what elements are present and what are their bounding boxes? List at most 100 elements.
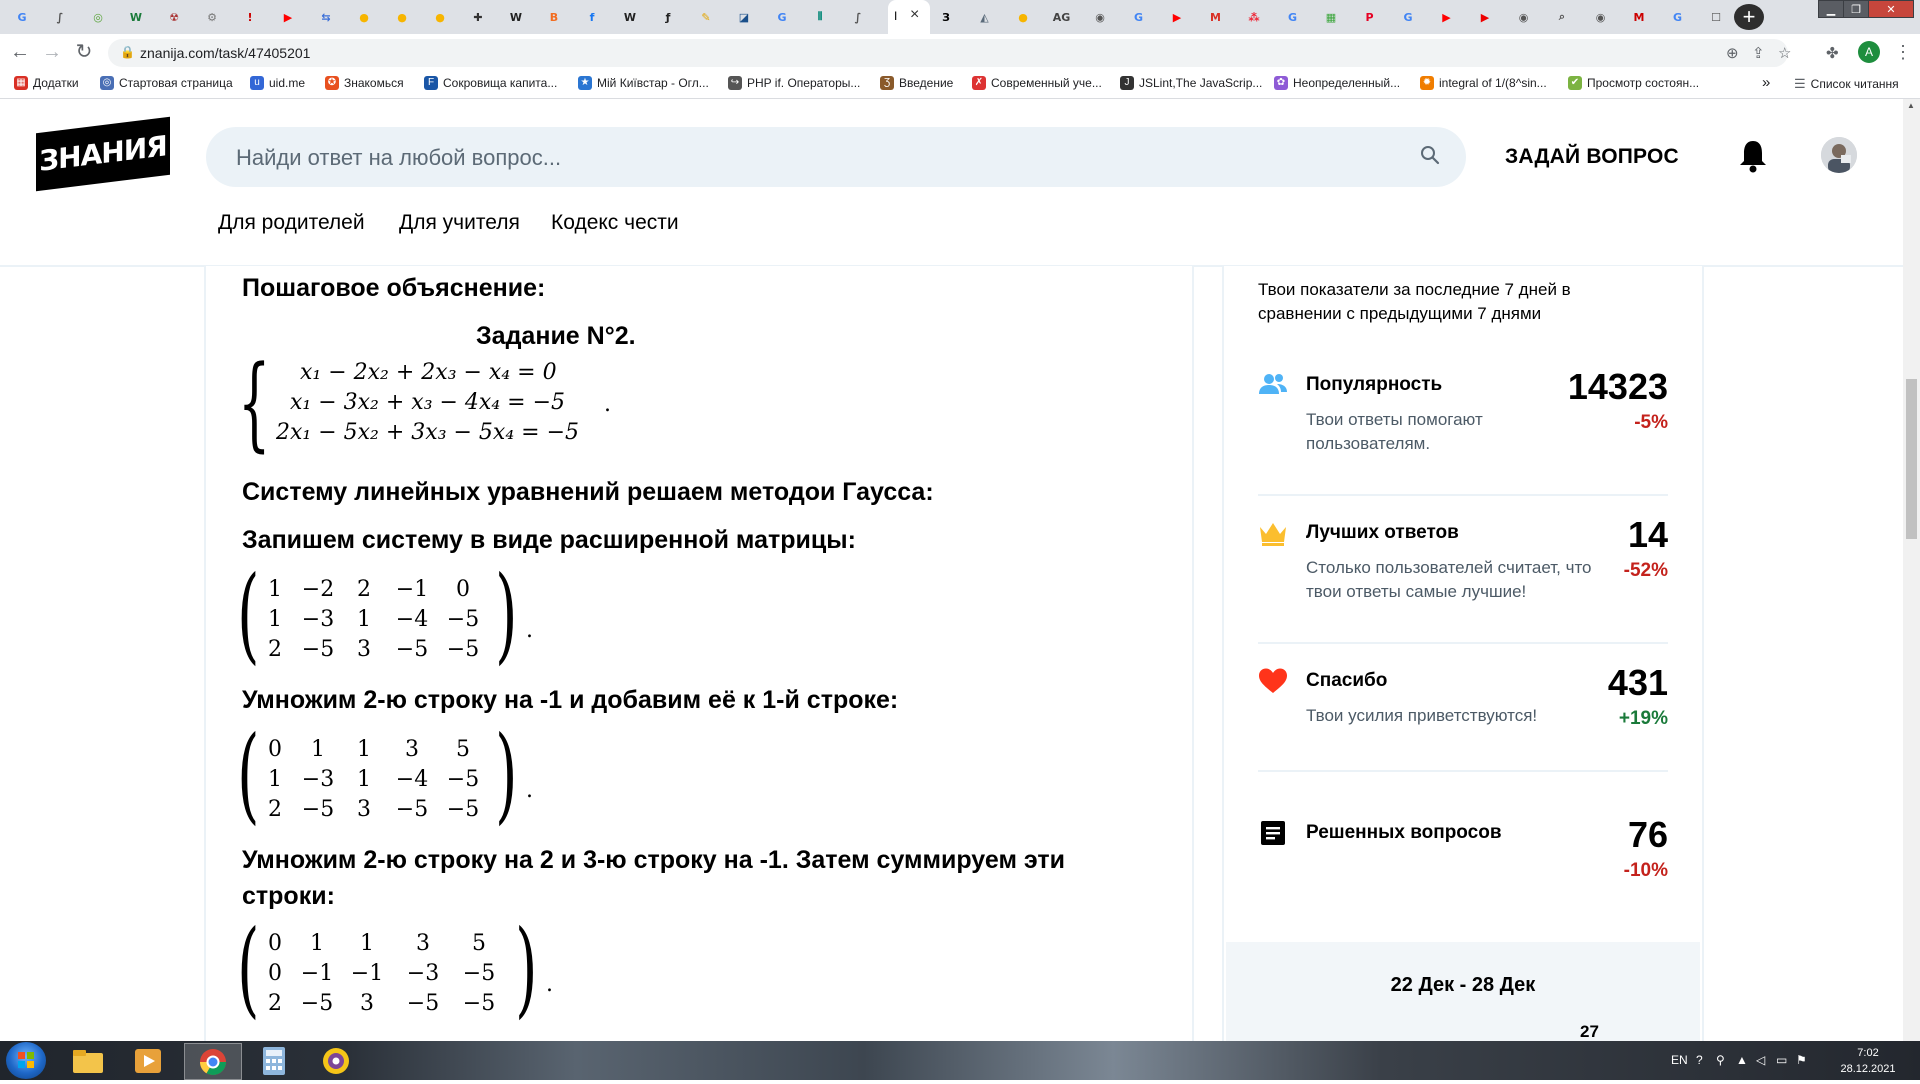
back-icon[interactable]: ← (8, 41, 32, 65)
nav-parents-link[interactable]: Для родителей (218, 211, 365, 235)
browser-tab[interactable]: ⇆ (310, 4, 342, 30)
page-scrollbar[interactable]: ▲ (1903, 99, 1920, 1041)
bookmark-item[interactable]: Ʒ Введение (880, 76, 953, 90)
browser-tab[interactable]: ▦ (1315, 4, 1347, 30)
menu-icon[interactable]: ⋮ (1894, 42, 1912, 63)
browser-tab[interactable]: ✎ (690, 4, 722, 30)
browser-tab[interactable]: G (766, 4, 798, 30)
browser-tab[interactable]: W (614, 4, 646, 30)
reading-list-button[interactable]: ☰ Список читання (1794, 76, 1899, 92)
bookmark-item[interactable]: ✿ Неопределенный... (1274, 76, 1400, 90)
browser-tab[interactable]: ◎ (82, 4, 114, 30)
media-player-taskbar-icon[interactable] (120, 1043, 176, 1078)
active-tab[interactable]: I × (888, 0, 930, 34)
browser-tab[interactable]: ▶ (272, 4, 304, 30)
browser-tab[interactable]: ƒ (652, 4, 684, 30)
scrollbar-thumb[interactable] (1906, 379, 1917, 539)
browser-tab[interactable]: ◉ (1585, 4, 1617, 30)
browser-tab[interactable]: M (1623, 4, 1655, 30)
bookmark-item[interactable]: F Сокровища капита... (424, 76, 557, 90)
browser-tab[interactable]: ▶ (1431, 4, 1463, 30)
tab-close-icon[interactable]: × (910, 6, 919, 24)
chrome-taskbar-icon[interactable] (184, 1043, 242, 1080)
browser-tab[interactable]: ☢ (158, 4, 190, 30)
ask-question-button[interactable]: ЗАДАЙ ВОПРОС (1505, 145, 1679, 169)
browser-tab[interactable]: ☐ (1700, 4, 1732, 30)
scroll-up-icon[interactable]: ▲ (1907, 101, 1915, 110)
browser-tab[interactable]: ⌕ (1546, 4, 1578, 30)
taskbar-clock[interactable]: 7:02 28.12.2021 (1838, 1045, 1898, 1077)
tray-expand-icon[interactable]: ▲ (1736, 1053, 1748, 1067)
browser-tab[interactable]: ● (1007, 4, 1039, 30)
help-icon[interactable]: ? (1696, 1053, 1703, 1067)
zoom-icon[interactable]: ⊕ (1726, 44, 1739, 62)
maximize-button[interactable]: ❐ (1843, 0, 1869, 18)
bookmark-item[interactable]: ✔ Просмотр состоян... (1568, 76, 1699, 90)
search-bar[interactable] (206, 127, 1466, 189)
search-input[interactable] (234, 127, 1388, 189)
browser-tab[interactable]: W (120, 4, 152, 30)
browser-tab[interactable]: З (930, 4, 962, 30)
calculator-taskbar-icon[interactable] (246, 1043, 302, 1078)
browser-tab[interactable]: AG (1046, 4, 1078, 30)
bookmark-item[interactable]: ↪ PHP if. Операторы... (728, 76, 860, 90)
browser-tab[interactable]: ● (386, 4, 418, 30)
profile-avatar[interactable]: A (1858, 41, 1880, 63)
nav-honor-code-link[interactable]: Кодекс чести (551, 211, 679, 235)
browser-tab[interactable]: ! (234, 4, 266, 30)
bookmark-item[interactable]: u uid.me (250, 76, 305, 90)
browser-tab[interactable]: ▶ (1469, 4, 1501, 30)
lock-icon[interactable]: 🔒 (120, 45, 135, 59)
language-indicator[interactable]: EN (1671, 1053, 1688, 1067)
browser-tab[interactable]: ⁂ (1238, 4, 1270, 30)
browser-tab[interactable]: ⫴ (804, 4, 836, 30)
volume-icon[interactable]: ◁ (1756, 1053, 1765, 1067)
search-icon[interactable] (1420, 145, 1440, 165)
tor-taskbar-icon[interactable] (308, 1043, 364, 1078)
browser-tab[interactable]: ✚ (462, 4, 494, 30)
url-text[interactable]: znanija.com/task/47405201 (140, 45, 310, 61)
bookmark-item[interactable]: ✹ integral of 1/(8^sin... (1420, 76, 1547, 90)
browser-tab[interactable]: G (1392, 4, 1424, 30)
display-icon[interactable]: ▭ (1776, 1053, 1787, 1067)
bookmark-item[interactable]: J JSLint,The JavaScrip... (1120, 76, 1262, 90)
minimize-button[interactable]: ▁ (1818, 0, 1844, 18)
start-button[interactable] (6, 1042, 46, 1079)
bookmarks-more-icon[interactable]: » (1762, 74, 1770, 91)
browser-tab[interactable]: ∫ (44, 4, 76, 30)
address-bar[interactable]: 🔒 znanija.com/task/47405201 ⊕ ⇪ ☆ (108, 39, 1791, 67)
forward-icon[interactable]: → (40, 41, 64, 65)
browser-tab[interactable]: P (1354, 4, 1386, 30)
browser-tab[interactable]: ⚙ (196, 4, 228, 30)
browser-tab[interactable]: ◉ (1084, 4, 1116, 30)
browser-tab[interactable]: G (1123, 4, 1155, 30)
browser-tab[interactable]: W (500, 4, 532, 30)
site-logo[interactable]: ЗНАНИЯ (36, 116, 170, 192)
nav-teacher-link[interactable]: Для учителя (399, 211, 520, 235)
browser-tab[interactable]: G (1277, 4, 1309, 30)
bookmark-item[interactable]: ★ Мій Київстар - Огл... (578, 76, 709, 90)
notifications-bell-icon[interactable] (1738, 139, 1768, 173)
explorer-taskbar-icon[interactable] (60, 1043, 116, 1078)
browser-tab[interactable]: ▶ (1161, 4, 1193, 30)
reload-icon[interactable]: ↻ (72, 41, 96, 65)
browser-tab[interactable]: M (1200, 4, 1232, 30)
bookmark-star-icon[interactable]: ☆ (1778, 44, 1791, 62)
network-icon[interactable]: ⚲ (1716, 1053, 1725, 1067)
browser-tab[interactable]: G (6, 4, 38, 30)
bookmark-item[interactable]: ▦ Додатки (14, 76, 79, 90)
browser-tab[interactable]: ◪ (728, 4, 760, 30)
browser-tab[interactable]: f (576, 4, 608, 30)
browser-tab[interactable]: ● (424, 4, 456, 30)
browser-tab[interactable]: B (538, 4, 570, 30)
share-icon[interactable]: ⇪ (1752, 44, 1765, 62)
extensions-icon[interactable]: ✤ (1826, 44, 1839, 62)
browser-tab[interactable]: ∫ (842, 4, 874, 30)
browser-tab[interactable]: ◭ (969, 4, 1001, 30)
bookmark-item[interactable]: ◎ Стартовая страница (100, 76, 233, 90)
new-tab-button[interactable]: + (1734, 4, 1764, 30)
browser-tab[interactable]: ◉ (1508, 4, 1540, 30)
action-center-icon[interactable]: ⚑ (1796, 1053, 1807, 1067)
close-window-button[interactable]: ✕ (1868, 0, 1914, 18)
browser-tab[interactable]: ● (348, 4, 380, 30)
